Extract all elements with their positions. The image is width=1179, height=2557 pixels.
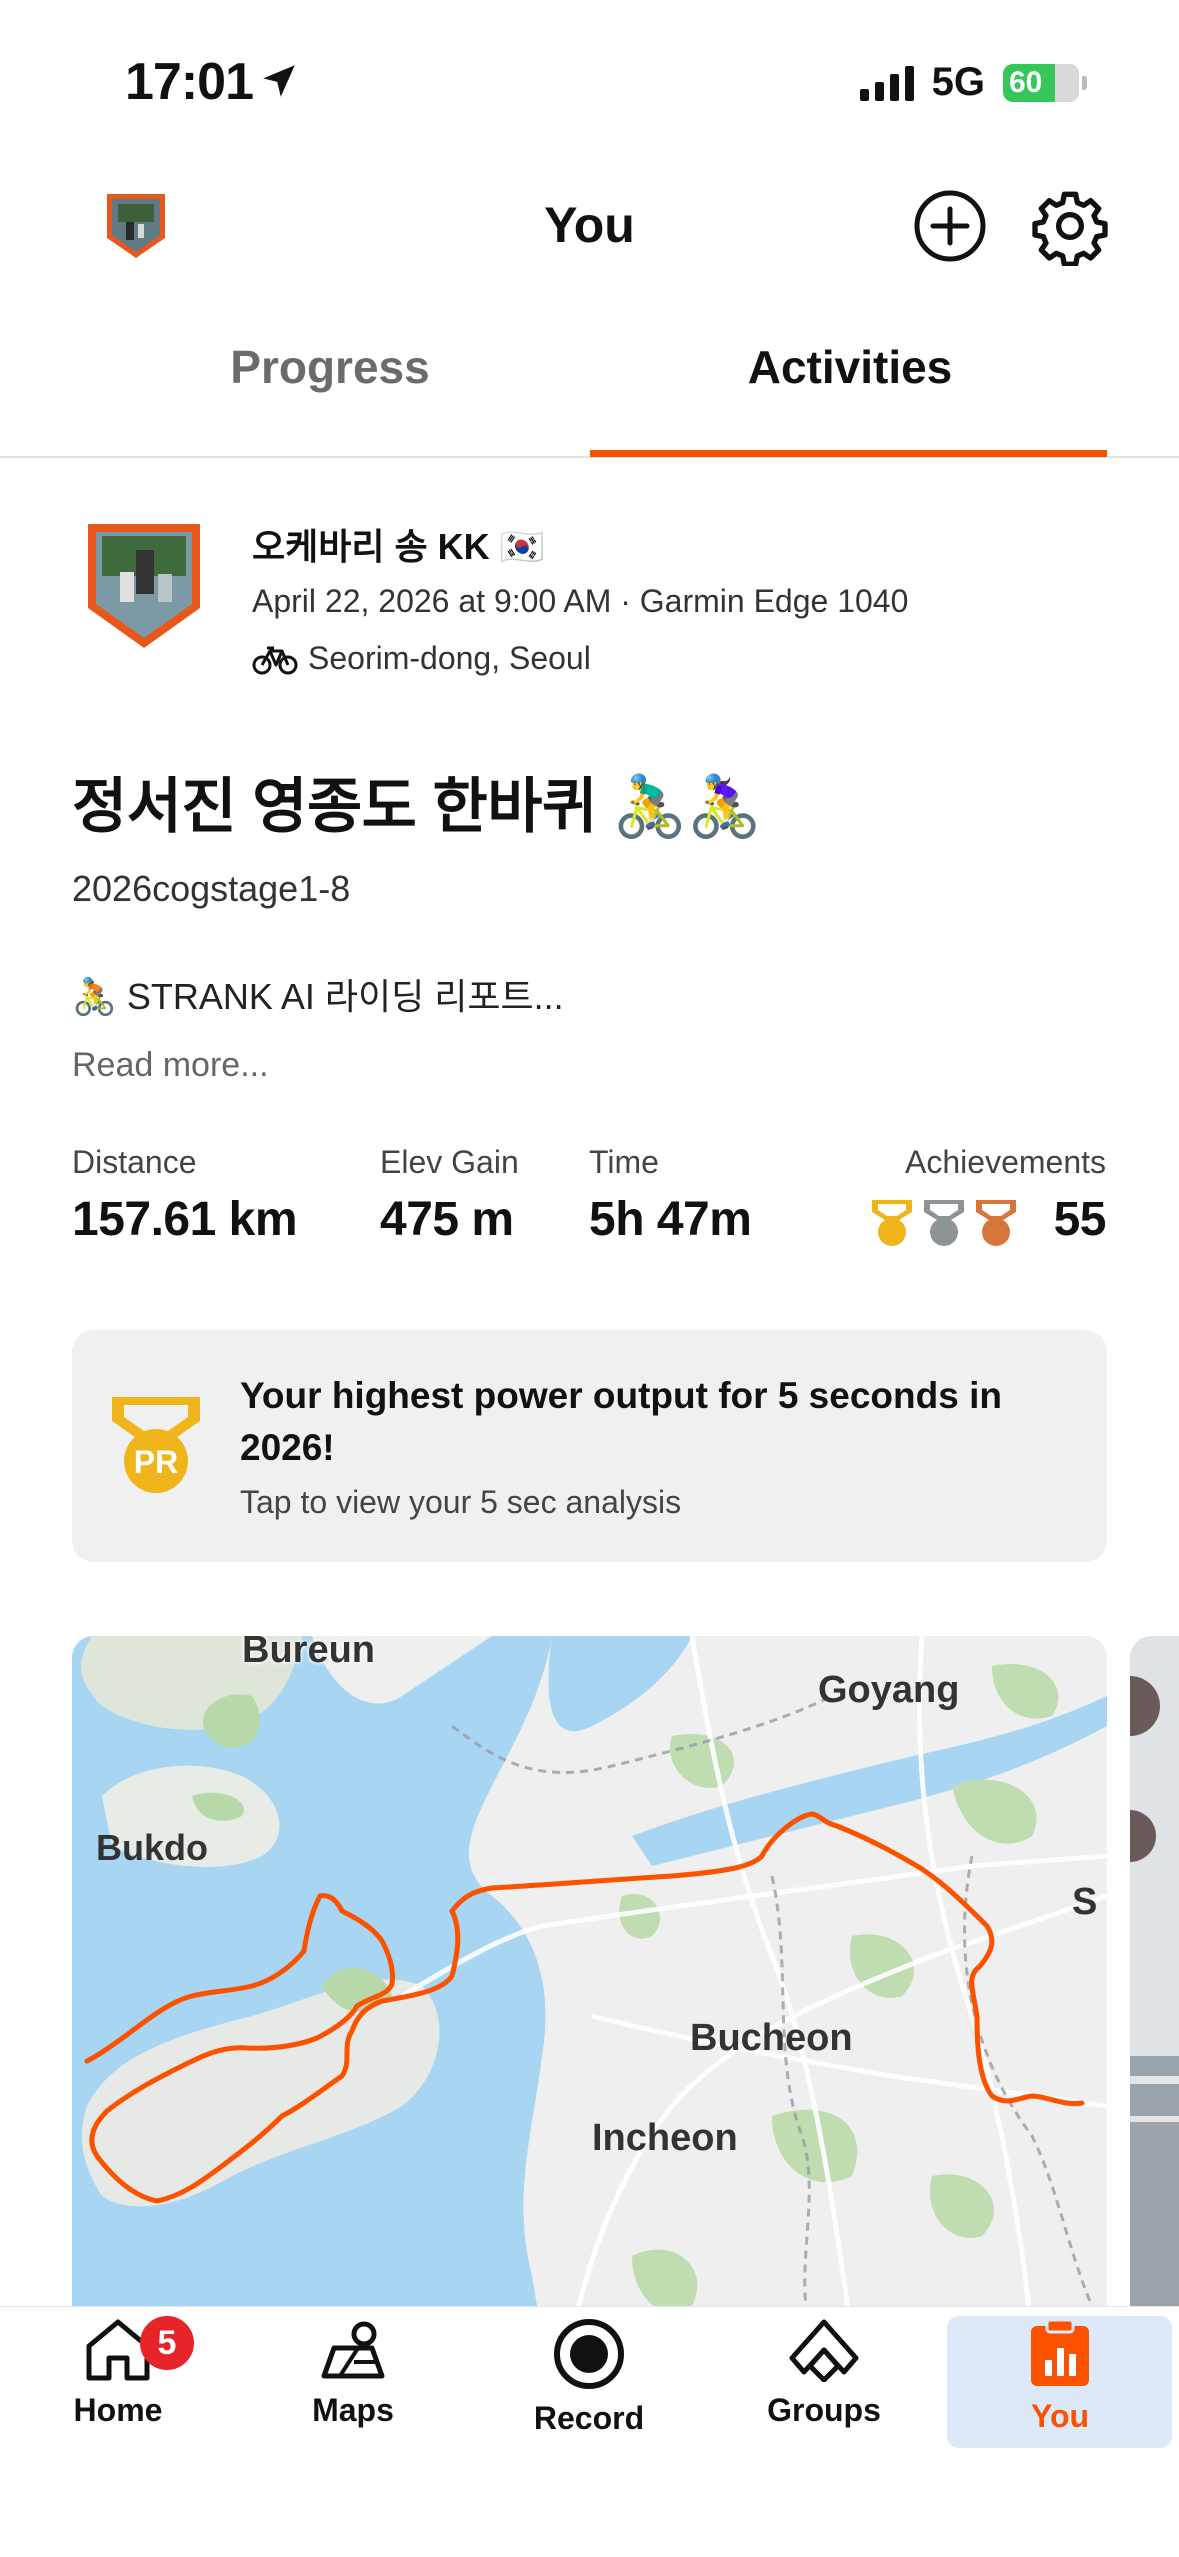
nav-record-label: Record — [533, 2400, 645, 2436]
signal-icon — [859, 65, 914, 101]
gold-medal-icon — [872, 1200, 912, 1246]
record-icon — [554, 2319, 624, 2389]
route-map[interactable]: Bureun Goyang Bukdo Bucheon Incheon S — [72, 1636, 1107, 2336]
active-tab-indicator — [590, 450, 1107, 457]
athlete-avatar[interactable] — [84, 520, 204, 652]
battery-icon: 60 — [1003, 63, 1087, 102]
pr-badge-text: PR — [134, 1444, 178, 1480]
activity-title[interactable]: 정서진 영종도 한바퀴 🚴‍♂️🚴‍♀️ — [72, 758, 762, 845]
activity-location: Seorim-dong, Seoul — [252, 640, 591, 677]
stat-time-label: Time — [589, 1144, 659, 1180]
page-title: You — [544, 197, 635, 253]
you-clipboard-icon — [1031, 2318, 1089, 2386]
status-indicators: 5G 60 — [859, 60, 1087, 105]
stat-distance-value: 157.61 km — [72, 1193, 298, 1246]
bike-icon — [252, 646, 298, 674]
nav-you-label: You — [1030, 2398, 1090, 2434]
battery-level: 60 — [1009, 65, 1043, 99]
nav-groups-label: Groups — [767, 2392, 881, 2428]
nav-maps-label: Maps — [312, 2392, 394, 2428]
stat-achievements-label: Achievements — [905, 1144, 1106, 1180]
athlete-name[interactable]: 오케바리 송 KK 🇰🇷 — [252, 518, 544, 570]
home-notification-badge: 5 — [140, 2316, 194, 2370]
tab-activities[interactable]: Activities — [590, 340, 1110, 394]
stat-distance-label: Distance — [72, 1144, 197, 1180]
bronze-medal-icon — [976, 1200, 1016, 1246]
location-arrow-icon — [263, 65, 295, 97]
map-label-bureun: Bureun — [242, 1636, 375, 1671]
pr-subtitle: Tap to view your 5 sec analysis — [240, 1484, 682, 1520]
map-label-bucheon: Bucheon — [690, 2017, 853, 2059]
stat-elev-label: Elev Gain — [380, 1144, 519, 1180]
add-button[interactable] — [910, 186, 990, 266]
map-label-bukdo: Bukdo — [96, 1827, 208, 1868]
next-photo-preview[interactable] — [1130, 1636, 1179, 2336]
map-label-goyang: Goyang — [818, 1669, 959, 1711]
pr-title: Your highest power output for 5 seconds … — [240, 1375, 1002, 1468]
nav-groups[interactable]: Groups — [714, 2318, 934, 2448]
settings-gear-icon[interactable] — [1030, 186, 1110, 266]
achievement-medals — [869, 1198, 1019, 1248]
map-label-s: S — [1072, 1881, 1097, 1923]
read-more-link[interactable]: Read more... — [72, 1046, 269, 1085]
network-type: 5G — [931, 60, 985, 104]
nav-home[interactable]: Home — [8, 2318, 228, 2448]
nav-you[interactable]: You — [950, 2318, 1170, 2448]
map-canvas: Bureun Goyang Bukdo Bucheon Incheon S — [72, 1636, 1107, 2336]
groups-icon — [789, 2319, 859, 2382]
photo-thumbnail — [1130, 1636, 1179, 2336]
silver-medal-icon — [924, 1200, 964, 1246]
maps-icon — [321, 2321, 385, 2379]
nav-maps[interactable]: Maps — [243, 2318, 463, 2448]
stat-elev-value: 475 m — [380, 1193, 514, 1246]
activity-description: 🚴 STRANK AI 라이딩 리포트... — [72, 976, 564, 1017]
stat-achievements-value: 55 — [1053, 1193, 1107, 1246]
nav-record[interactable]: Record — [479, 2318, 699, 2448]
location-text: Seorim-dong, Seoul — [308, 640, 591, 676]
activity-meta: April 22, 2026 at 9:00 AM · Garmin Edge … — [252, 583, 909, 619]
nav-home-label: Home — [73, 2392, 163, 2428]
tab-progress[interactable]: Progress — [70, 340, 590, 394]
status-time: 17:01 — [125, 53, 254, 111]
stat-time-value: 5h 47m — [589, 1193, 752, 1246]
map-label-incheon: Incheon — [592, 2117, 738, 2159]
activity-subtitle: 2026cogstage1-8 — [72, 868, 351, 909]
pr-medal-icon: PR — [112, 1397, 200, 1493]
